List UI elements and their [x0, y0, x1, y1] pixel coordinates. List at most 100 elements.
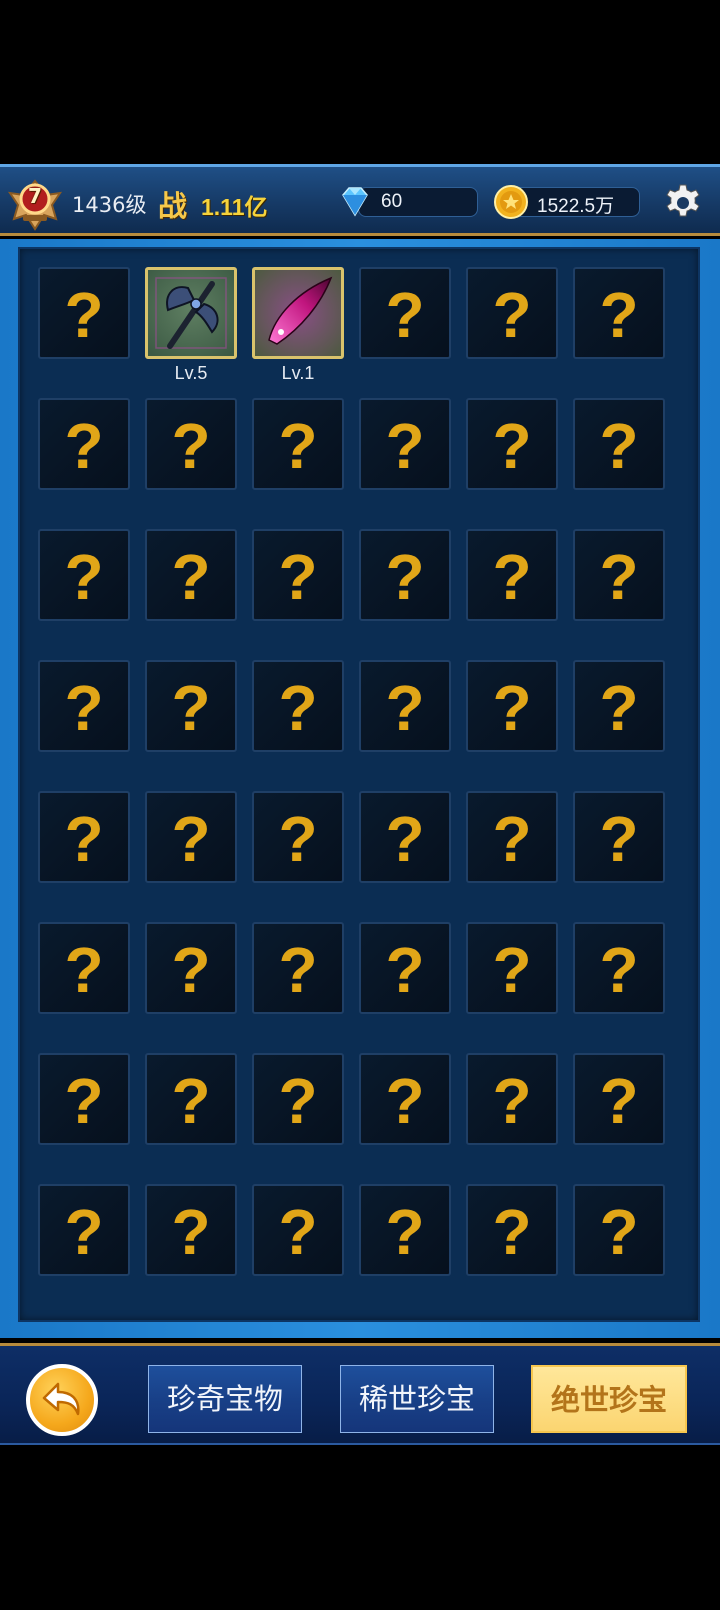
treasure-slot-locked[interactable]: ? [573, 1053, 665, 1145]
treasure-slot-locked[interactable]: ? [145, 791, 237, 883]
question-mark-icon: ? [599, 410, 639, 482]
back-arrow-icon [42, 1382, 80, 1416]
treasure-slot-locked[interactable]: ? [252, 529, 344, 621]
treasure-slot-locked[interactable]: ? [573, 791, 665, 883]
treasure-slot-locked[interactable]: ? [252, 660, 344, 752]
tab-legendary-treasures[interactable]: 绝世珍宝 [531, 1365, 687, 1433]
treasure-slot-locked[interactable]: ? [38, 529, 130, 621]
question-mark-icon: ? [599, 1065, 639, 1137]
question-mark-icon: ? [64, 279, 104, 351]
question-mark-icon: ? [599, 672, 639, 744]
question-mark-icon: ? [492, 410, 532, 482]
gold-coin-icon [494, 185, 528, 219]
question-mark-icon: ? [385, 672, 425, 744]
question-mark-icon: ? [171, 803, 211, 875]
question-mark-icon: ? [492, 1065, 532, 1137]
treasure-slot-locked[interactable]: ? [38, 1053, 130, 1145]
treasure-slot-locked[interactable]: ? [466, 398, 558, 490]
treasure-slot-locked[interactable]: ? [145, 398, 237, 490]
question-mark-icon: ? [492, 1196, 532, 1268]
question-mark-icon: ? [171, 1196, 211, 1268]
treasure-slot-locked[interactable]: ? [573, 660, 665, 752]
treasure-slot-locked[interactable]: ? [145, 660, 237, 752]
treasure-slot-locked[interactable]: ? [466, 922, 558, 1014]
game-screen: 7 1436级 战 1.11亿 60 1522.5万 ? ? ? ? Lv.5 … [0, 0, 720, 1610]
treasure-slot-locked[interactable]: ? [252, 1184, 344, 1276]
question-mark-icon: ? [599, 934, 639, 1006]
question-mark-icon: ? [385, 410, 425, 482]
tab-rare-treasures[interactable]: 珍奇宝物 [148, 1365, 302, 1433]
question-mark-icon: ? [492, 672, 532, 744]
power-label: 战 [158, 189, 188, 223]
question-mark-icon: ? [171, 934, 211, 1006]
question-mark-icon: ? [492, 803, 532, 875]
question-mark-icon: ? [171, 410, 211, 482]
treasure-slot-locked[interactable]: ? [38, 922, 130, 1014]
treasure-slot-battle-axe[interactable] [145, 267, 237, 359]
treasure-slot-locked[interactable]: ? [252, 791, 344, 883]
treasure-slot-locked[interactable]: ? [359, 660, 451, 752]
question-mark-icon: ? [64, 1196, 104, 1268]
treasure-slot-locked[interactable]: ? [359, 1184, 451, 1276]
treasure-slot-locked[interactable]: ? [466, 1184, 558, 1276]
treasure-slot-locked[interactable]: ? [466, 791, 558, 883]
treasure-slot-locked[interactable]: ? [38, 660, 130, 752]
treasure-slot-locked[interactable]: ? [145, 922, 237, 1014]
treasure-slot-locked[interactable]: ? [38, 398, 130, 490]
combat-power-value: 1.11亿 [201, 194, 268, 220]
question-mark-icon: ? [599, 279, 639, 351]
question-mark-icon: ? [385, 803, 425, 875]
treasure-slot-locked[interactable]: ? [466, 1053, 558, 1145]
question-mark-icon: ? [599, 541, 639, 613]
treasure-grid-panel: ? ? ? ? Lv.5 Lv.1 ? ? ? ? ? ? ? ? ? ? ? … [18, 247, 700, 1322]
question-mark-icon: ? [278, 934, 318, 1006]
treasure-slot-locked[interactable]: ? [573, 398, 665, 490]
treasure-slot-locked[interactable]: ? [359, 922, 451, 1014]
question-mark-icon: ? [171, 541, 211, 613]
treasure-slot-locked[interactable]: ? [573, 267, 665, 359]
question-mark-icon: ? [171, 672, 211, 744]
diamond-amount: 60 [381, 191, 403, 212]
diamond-counter[interactable]: 60 [358, 187, 478, 217]
rank-badge-icon[interactable]: 7 [6, 175, 64, 233]
treasure-slot-locked[interactable]: ? [466, 529, 558, 621]
treasure-slot-locked[interactable]: ? [38, 1184, 130, 1276]
question-mark-icon: ? [385, 934, 425, 1006]
treasure-slot-locked[interactable]: ? [38, 267, 130, 359]
treasure-slot-locked[interactable]: ? [573, 529, 665, 621]
diamond-icon [342, 187, 368, 217]
question-mark-icon: ? [385, 541, 425, 613]
question-mark-icon: ? [278, 803, 318, 875]
treasure-slot-locked[interactable]: ? [145, 529, 237, 621]
tab-precious-treasures[interactable]: 稀世珍宝 [340, 1365, 494, 1433]
treasure-slot-locked[interactable]: ? [252, 398, 344, 490]
treasure-slot-locked[interactable]: ? [359, 398, 451, 490]
back-button[interactable] [26, 1364, 98, 1436]
treasure-slot-locked[interactable]: ? [252, 922, 344, 1014]
question-mark-icon: ? [278, 541, 318, 613]
treasure-slot-locked[interactable]: ? [38, 791, 130, 883]
question-mark-icon: ? [492, 541, 532, 613]
question-mark-icon: ? [599, 1196, 639, 1268]
question-mark-icon: ? [171, 1065, 211, 1137]
treasure-slot-locked[interactable]: ? [359, 791, 451, 883]
treasure-slot-locked[interactable]: ? [145, 1053, 237, 1145]
treasure-slot-locked[interactable]: ? [145, 1184, 237, 1276]
question-mark-icon: ? [64, 410, 104, 482]
question-mark-icon: ? [492, 934, 532, 1006]
question-mark-icon: ? [599, 803, 639, 875]
treasure-slot-locked[interactable]: ? [252, 1053, 344, 1145]
treasure-slot-locked[interactable]: ? [359, 267, 451, 359]
settings-gear-icon[interactable] [662, 182, 704, 224]
treasure-slot-locked[interactable]: ? [573, 1184, 665, 1276]
question-mark-icon: ? [278, 1196, 318, 1268]
treasure-slot-locked[interactable]: ? [573, 922, 665, 1014]
slot-level-label: Lv.5 [174, 363, 208, 383]
question-mark-icon: ? [64, 672, 104, 744]
treasure-slot-crystal-blade[interactable] [252, 267, 344, 359]
question-mark-icon: ? [492, 279, 532, 351]
treasure-slot-locked[interactable]: ? [466, 660, 558, 752]
treasure-slot-locked[interactable]: ? [466, 267, 558, 359]
treasure-slot-locked[interactable]: ? [359, 529, 451, 621]
treasure-slot-locked[interactable]: ? [359, 1053, 451, 1145]
